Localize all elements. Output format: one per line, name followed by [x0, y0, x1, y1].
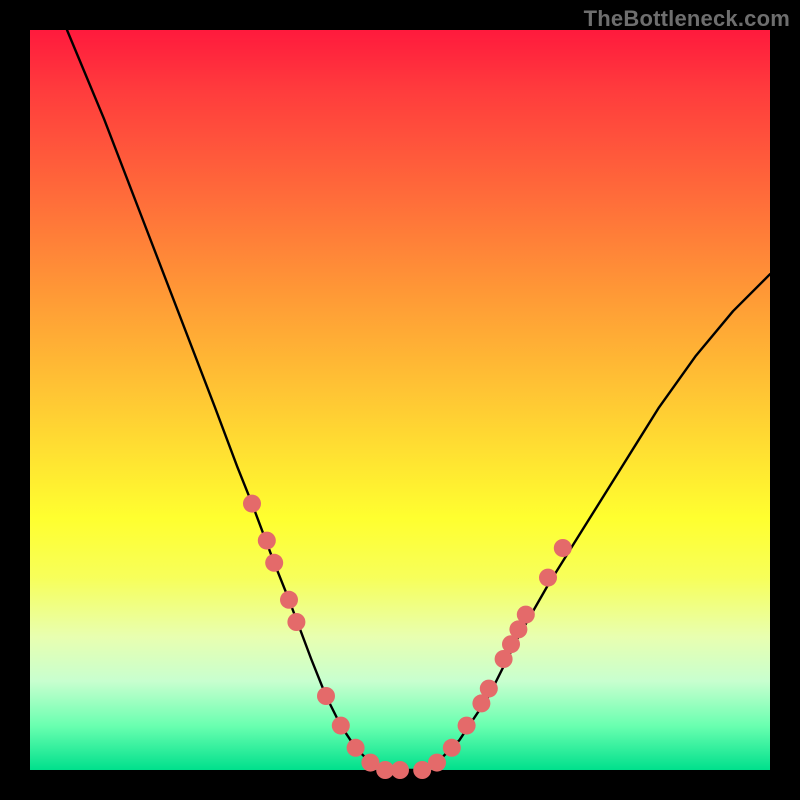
marker-dot — [280, 591, 298, 609]
marker-dot — [458, 717, 476, 735]
highlighted-point-markers — [243, 495, 572, 779]
marker-dot — [287, 613, 305, 631]
marker-dot — [480, 680, 498, 698]
marker-dot — [428, 754, 446, 772]
marker-dot — [258, 532, 276, 550]
marker-dot — [347, 739, 365, 757]
curve-path — [67, 30, 770, 770]
marker-dot — [391, 761, 409, 779]
bottleneck-curve — [67, 30, 770, 770]
marker-dot — [317, 687, 335, 705]
marker-dot — [243, 495, 261, 513]
marker-dot — [332, 717, 350, 735]
marker-dot — [539, 569, 557, 587]
marker-dot — [554, 539, 572, 557]
marker-dot — [443, 739, 461, 757]
marker-dot — [517, 606, 535, 624]
bottleneck-chart — [0, 0, 800, 800]
marker-dot — [265, 554, 283, 572]
